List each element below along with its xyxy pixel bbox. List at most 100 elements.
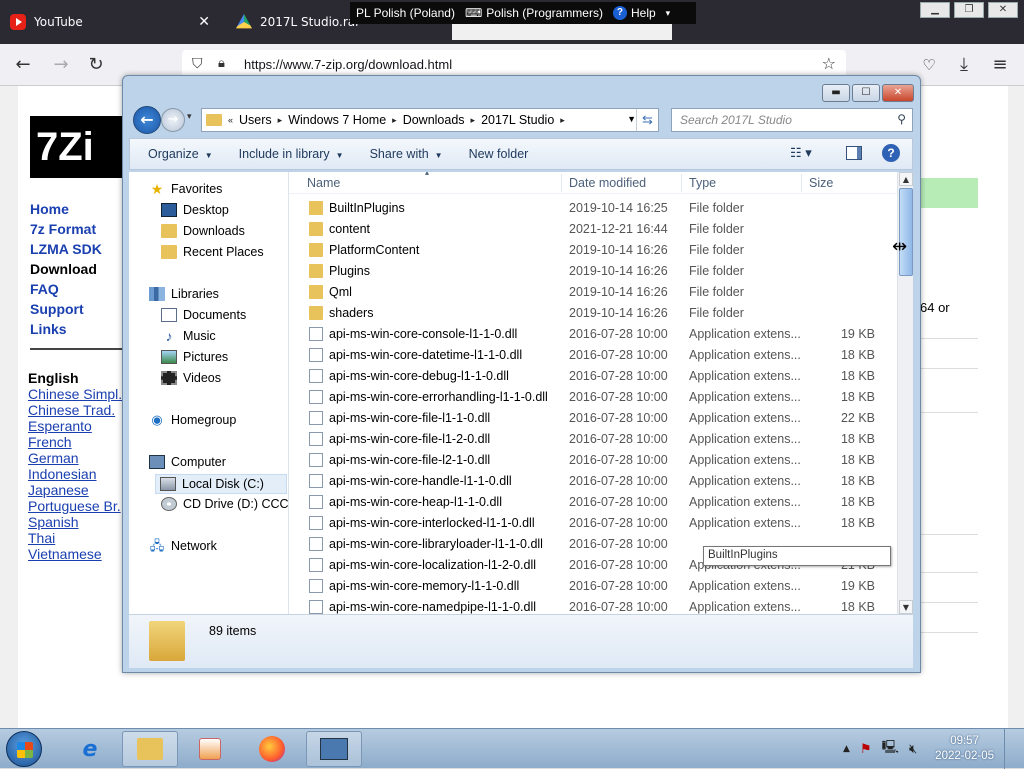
help-icon[interactable]: ? [882,144,900,162]
network-app-icon[interactable] [306,731,362,767]
lang-link[interactable]: Spanish [28,514,79,530]
file-row[interactable]: api-ms-win-core-heap-l1-1-0.dll 2016-07-2… [289,492,903,513]
nav-documents[interactable]: Documents [161,308,246,322]
column-header-size[interactable]: Size [809,176,833,190]
breadcrumb-item[interactable]: Users [235,113,276,127]
breadcrumb-arrow-icon[interactable]: ▸ [558,115,567,126]
file-row[interactable]: api-ms-win-core-file-l1-2-0.dll 2016-07-2… [289,429,903,450]
file-row[interactable]: api-ms-win-core-console-l1-1-0.dll 2016-0… [289,324,903,345]
clock[interactable]: 09:57 2022-02-05 [935,734,994,764]
overflow-icon[interactable]: « [226,115,235,125]
folder-row[interactable]: Plugins 2019-10-14 16:26 File folder [289,261,903,282]
menu-icon[interactable]: ≡ [989,54,1011,76]
start-button[interactable] [6,731,42,767]
breadcrumb-arrow-icon[interactable]: ▸ [276,115,285,126]
help-icon[interactable]: ? [612,6,627,20]
nav-libraries[interactable]: Libraries [149,287,219,301]
lang-link[interactable]: Thai [28,530,55,546]
pocket-icon[interactable]: ♡ [918,54,940,76]
column-divider[interactable] [561,174,562,192]
lang-link[interactable]: French [28,434,72,450]
nav-home[interactable]: Home [30,201,69,217]
nav-videos[interactable]: Videos [161,371,221,385]
folder-row[interactable]: BuiltInPlugins 2019-10-14 16:25 File folde… [289,198,903,219]
nav-downloads[interactable]: Downloads [161,224,245,238]
file-row[interactable]: api-ms-win-core-datetime-l1-1-0.dll 2016-… [289,345,903,366]
file-row[interactable]: api-ms-win-core-debug-l1-1-0.dll 2016-07-… [289,366,903,387]
maximize-button[interactable]: ☐ [852,84,880,102]
nav-download[interactable]: Download [30,261,97,277]
nav-favorites[interactable]: ★ Favorites [149,182,223,196]
language-help[interactable]: Help [631,6,656,20]
network-status-icon[interactable]: 🖳︎ [882,738,899,760]
scroll-thumb[interactable] [899,188,913,276]
file-row[interactable]: api-ms-win-core-file-l1-1-0.dll 2016-07-2… [289,408,903,429]
address-bar[interactable]: « Users ▸ Windows 7 Home ▸ Downloads ▸ 2… [201,108,659,132]
nav-computer[interactable]: Computer [149,455,226,469]
file-row[interactable]: api-ms-win-core-errorhandling-l1-1-0.dll… [289,387,903,408]
volume-muted-icon[interactable]: 🔇︎ [909,742,917,757]
folder-row[interactable]: PlatformContent 2019-10-14 16:26 File fold… [289,240,903,261]
lock-icon[interactable]: 🔒︎ [218,56,225,71]
file-row[interactable]: api-ms-win-core-namedpipe-l1-1-0.dll 2016… [289,597,903,614]
lang-link[interactable]: Japanese [28,482,89,498]
nav-support[interactable]: Support [30,301,84,317]
column-divider[interactable] [681,174,682,192]
input-language[interactable]: PL Polish (Poland) [356,6,455,20]
reload-icon[interactable]: ↻ [85,54,107,76]
column-header-date[interactable]: Date modified [569,176,646,190]
address-dropdown-icon[interactable]: ▼ [627,114,636,124]
keyboard-layout[interactable]: Polish (Programmers) [486,6,603,20]
nav-pictures[interactable]: Pictures [161,350,228,364]
nav-lzma-sdk[interactable]: LZMA SDK [30,241,102,257]
breadcrumb-arrow-icon[interactable]: ▸ [390,115,399,126]
folder-row[interactable]: shaders 2019-10-14 16:26 File folder [289,303,903,324]
file-row[interactable]: api-ms-win-core-file-l2-1-0.dll 2016-07-2… [289,450,903,471]
lang-link[interactable]: Chinese Trad. [28,402,115,418]
nav-links[interactable]: Links [30,321,67,337]
scroll-up-icon[interactable]: ▲ [899,172,913,186]
column-header-type[interactable]: Type [689,176,716,190]
search-icon[interactable]: ⚲ [897,112,906,126]
file-row[interactable]: api-ms-win-core-interlocked-l1-1-0.dll 20… [289,513,903,534]
preview-pane-icon[interactable] [846,146,862,160]
action-center-flag-icon[interactable]: ⚑ [860,742,872,757]
lang-link[interactable]: Esperanto [28,418,92,434]
tab-youtube[interactable]: YouTube ✕ [10,0,220,44]
back-button[interactable]: ← [133,106,161,134]
change-view-icon[interactable]: ☷ ▾ [790,145,812,161]
nav-desktop[interactable]: Desktop [161,203,229,217]
nav-7z-format[interactable]: 7z Format [30,221,96,237]
lang-link[interactable]: Vietnamese [28,546,102,562]
lang-link[interactable]: Portuguese Br. [28,498,121,514]
internet-explorer-icon[interactable]: e [62,731,118,767]
breadcrumb-item[interactable]: 2017L Studio [477,113,558,127]
file-row[interactable]: api-ms-win-core-handle-l1-1-0.dll 2016-07… [289,471,903,492]
nav-faq[interactable]: FAQ [30,281,59,297]
include-in-library-button[interactable]: Include in library ▼ [239,147,344,161]
show-desktop-button[interactable] [1004,729,1016,769]
nav-recent-places[interactable]: Recent Places [161,245,264,259]
show-hidden-icons-icon[interactable]: ▲ [843,744,850,754]
firefox-icon[interactable] [244,731,300,767]
forward-button[interactable]: → [161,108,185,132]
media-player-icon[interactable] [182,731,238,767]
breadcrumb-arrow-icon[interactable]: ▸ [469,115,478,126]
folder-row[interactable]: Qml 2019-10-14 16:26 File folder [289,282,903,303]
organize-button[interactable]: Organize ▼ [148,147,213,161]
url-text[interactable]: https://www.7-zip.org/download.html [244,57,452,72]
page-scrollbar[interactable] [1008,86,1024,728]
recent-pages-dropdown[interactable]: ▾ [187,112,192,122]
nav-network[interactable]: 🖧︎ Network [149,539,217,554]
folder-row[interactable]: content 2021-12-21 16:44 File folder [289,219,903,240]
breadcrumb-item[interactable]: Windows 7 Home [284,113,390,127]
bookmark-star-icon[interactable]: ☆ [822,54,836,73]
column-header-name[interactable]: Name [307,176,340,190]
minimize-button[interactable]: ▬ [822,84,850,102]
lang-link[interactable]: German [28,450,79,466]
nav-cd-drive[interactable]: CD Drive (D:) CCCOMA [161,497,288,511]
close-button[interactable]: ✕ [988,2,1018,18]
explorer-taskbar-button[interactable] [122,731,178,767]
options-menu-icon[interactable]: ▾ [666,8,671,19]
nav-music[interactable]: ♪ Music [161,329,216,343]
